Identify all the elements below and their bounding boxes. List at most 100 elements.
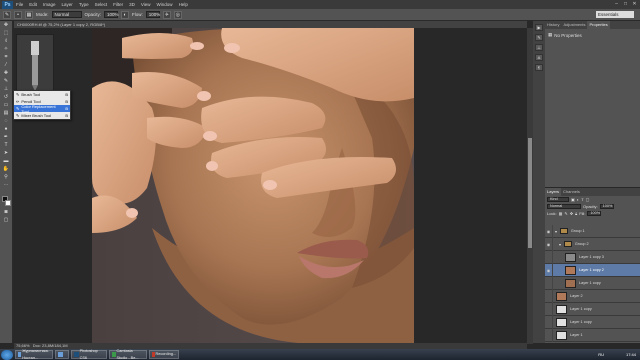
- close-button[interactable]: ✕: [631, 1, 638, 7]
- tab-channels[interactable]: Channels: [561, 188, 582, 196]
- taskbar-item-photoshop[interactable]: Photoshop CS6: [71, 349, 107, 360]
- menu-layer[interactable]: Layer: [59, 2, 76, 7]
- hand-tool-icon[interactable]: ✋: [2, 166, 11, 173]
- start-button[interactable]: [1, 349, 13, 360]
- layer-kind-filter[interactable]: Kind: [547, 197, 569, 202]
- blend-mode-select[interactable]: Normal: [547, 204, 581, 209]
- taskbar-item[interactable]: Recording...: [149, 350, 179, 359]
- photo-canvas[interactable]: [92, 28, 414, 344]
- filter-pixel-icon[interactable]: ▣: [571, 197, 575, 202]
- tool-preset-icon[interactable]: ✎: [3, 10, 11, 19]
- move-tool-icon[interactable]: ✥: [2, 22, 11, 29]
- menu-edit[interactable]: Edit: [26, 2, 40, 7]
- path-select-tool-icon[interactable]: ➤: [2, 150, 11, 157]
- lock-pixels-icon[interactable]: ▦: [559, 211, 563, 216]
- menu-help[interactable]: Help: [176, 2, 191, 7]
- more-tools-icon[interactable]: ⋯: [2, 182, 11, 189]
- brush-panel-icon[interactable]: ✎: [535, 34, 543, 41]
- dodge-tool-icon[interactable]: ●: [2, 126, 11, 133]
- taskbar-item[interactable]: Журналистика. Ностал...: [15, 349, 53, 360]
- layer-row-selected[interactable]: ◉ Layer 1 copy 2: [545, 263, 640, 277]
- menu-file[interactable]: File: [13, 2, 26, 7]
- clone-stamp-tool-icon[interactable]: ⊥: [2, 86, 11, 93]
- filter-type-icon[interactable]: T: [581, 197, 583, 202]
- visibility-eye-icon[interactable]: [545, 328, 553, 342]
- blur-tool-icon[interactable]: ◌: [2, 118, 11, 125]
- tab-adjustments[interactable]: Adjustments: [561, 21, 587, 29]
- visibility-eye-icon[interactable]: ◉: [545, 237, 553, 251]
- layer-row-group-2[interactable]: ◉ ▾ Group 2: [545, 237, 640, 251]
- scrollbar-thumb[interactable]: [528, 138, 532, 248]
- layer-fill-field[interactable]: 100%: [587, 211, 602, 216]
- language-indicator[interactable]: RU: [598, 350, 604, 359]
- taskbar-item[interactable]: [55, 350, 69, 359]
- background-color-swatch[interactable]: [5, 200, 11, 206]
- character-panel-icon[interactable]: A: [535, 54, 543, 61]
- clone-source-icon[interactable]: ⊥: [535, 44, 543, 51]
- screen-mode-icon[interactable]: ▢: [2, 217, 11, 224]
- shape-tool-icon[interactable]: ▬: [2, 158, 11, 165]
- visibility-eye-icon[interactable]: [545, 302, 553, 316]
- lock-paint-icon[interactable]: ✎: [564, 211, 567, 216]
- healing-tool-icon[interactable]: ✚: [2, 70, 11, 77]
- layer-row-group-1[interactable]: ◉ ▾ Group 1: [545, 224, 640, 238]
- pen-tool-icon[interactable]: ✒: [2, 134, 11, 141]
- document-tab[interactable]: CH0000RH.tif @ 75,2% (Layer 1 copy 2, RG…: [14, 21, 527, 28]
- pressure-opacity-icon[interactable]: ◐: [121, 10, 130, 19]
- tab-properties[interactable]: Properties: [587, 21, 610, 29]
- taskbar-clock[interactable]: 17:44: [626, 350, 636, 359]
- crop-tool-icon[interactable]: ⌗: [2, 54, 11, 61]
- layer-row[interactable]: Layer 1: [545, 328, 640, 342]
- visibility-eye-icon[interactable]: [545, 289, 553, 303]
- layer-row[interactable]: Layer 2: [545, 289, 640, 303]
- paragraph-panel-icon[interactable]: ¶: [535, 64, 543, 71]
- layer-row[interactable]: Layer 1 copy: [545, 276, 640, 290]
- visibility-eye-icon[interactable]: ◉: [545, 224, 553, 238]
- layer-opacity-field[interactable]: 100%: [599, 204, 614, 209]
- menu-window[interactable]: Window: [154, 2, 176, 7]
- lasso-tool-icon[interactable]: ℓ: [2, 38, 11, 45]
- menu-view[interactable]: View: [138, 2, 154, 7]
- tab-layers[interactable]: Layers: [545, 188, 562, 196]
- zoom-tool-icon[interactable]: ⚲: [2, 174, 11, 181]
- layer-row[interactable]: Layer 1 copy: [545, 302, 640, 316]
- menu-filter[interactable]: Filter: [110, 2, 126, 7]
- quick-mask-icon[interactable]: ◙: [2, 209, 11, 216]
- visibility-eye-icon[interactable]: [545, 276, 553, 290]
- maximize-button[interactable]: □: [622, 1, 629, 7]
- lock-position-icon[interactable]: ✥: [570, 211, 573, 216]
- taskbar-item[interactable]: Camtasia Studio - Be...: [109, 349, 147, 360]
- visibility-eye-icon[interactable]: ◉: [545, 263, 553, 277]
- airbrush-icon[interactable]: ✈: [162, 10, 171, 19]
- eraser-tool-icon[interactable]: ▭: [2, 102, 11, 109]
- canvas-area[interactable]: [14, 28, 527, 344]
- menu-3d[interactable]: 3D: [126, 2, 138, 7]
- mode-select[interactable]: Normal: [51, 11, 82, 18]
- history-panel-icon[interactable]: ▶: [535, 24, 543, 31]
- layer-row[interactable]: Layer 1 copy 3: [545, 250, 640, 264]
- menu-select[interactable]: Select: [92, 2, 111, 7]
- pressure-size-icon[interactable]: ◎: [173, 10, 182, 19]
- visibility-eye-icon[interactable]: [545, 250, 553, 264]
- workspace-select[interactable]: Essentials: [596, 11, 634, 18]
- flyout-item-brush-tool[interactable]: ✎ Brush Tool B: [14, 91, 70, 98]
- menu-image[interactable]: Image: [40, 2, 59, 7]
- minimize-button[interactable]: –: [613, 1, 620, 7]
- quick-select-tool-icon[interactable]: ✧: [2, 46, 11, 53]
- brush-panel-toggle-icon[interactable]: ▦: [25, 10, 33, 19]
- layer-row[interactable]: Layer 1 copy: [545, 315, 640, 329]
- marquee-tool-icon[interactable]: ⬚: [2, 30, 11, 37]
- lock-all-icon[interactable]: 🔒︎: [575, 211, 577, 216]
- menu-type[interactable]: Type: [76, 2, 92, 7]
- brush-tool-icon[interactable]: ✎: [2, 78, 11, 85]
- flyout-item-color-replacement-tool[interactable]: ✎ Color Replacement Tool B: [14, 104, 70, 114]
- filter-shape-icon[interactable]: ▢: [586, 197, 590, 202]
- gradient-tool-icon[interactable]: ▤: [2, 110, 11, 117]
- tab-history[interactable]: History: [545, 21, 561, 29]
- opacity-field[interactable]: 100%: [104, 11, 119, 18]
- history-brush-tool-icon[interactable]: ↺: [2, 94, 11, 101]
- disclosure-triangle-icon[interactable]: ▾: [555, 229, 557, 234]
- visibility-eye-icon[interactable]: [545, 315, 553, 329]
- flow-field[interactable]: 100%: [145, 11, 160, 18]
- eyedropper-tool-icon[interactable]: ⁄: [2, 62, 11, 69]
